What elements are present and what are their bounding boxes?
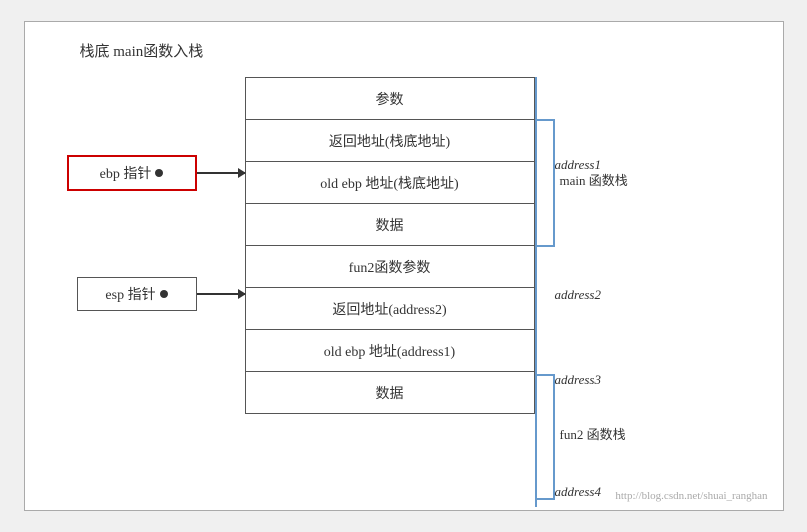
row-label: 参数: [245, 78, 534, 120]
watermark: http://blog.csdn.net/shuai_ranghan: [615, 490, 767, 502]
address3-label: address3: [555, 372, 601, 388]
table-row: 返回地址(栈底地址): [245, 120, 534, 162]
main-container: 栈底 main函数入栈 参数 返回地址(栈底地址) old ebp 地址(栈底地…: [0, 0, 807, 532]
table-row: fun2函数参数: [245, 246, 534, 288]
ebp-dot-icon: [155, 169, 163, 177]
table-row: 返回地址(address2): [245, 288, 534, 330]
table-row: old ebp 地址(address1): [245, 330, 534, 372]
table-row: 参数: [245, 78, 534, 120]
table-row: 数据: [245, 204, 534, 246]
row-label: old ebp 地址(栈底地址): [245, 162, 534, 204]
main-bracket-label: main 函数栈: [560, 170, 628, 189]
esp-arrow: [197, 293, 245, 295]
row-label: 数据: [245, 372, 534, 414]
main-bracket: [537, 119, 555, 247]
ebp-label: ebp 指针: [100, 163, 152, 183]
row-label: fun2函数参数: [245, 246, 534, 288]
table-row: old ebp 地址(栈底地址): [245, 162, 534, 204]
row-label: 数据: [245, 204, 534, 246]
row-label: 返回地址(address2): [245, 288, 534, 330]
fun2-bracket: [537, 374, 555, 500]
address2-label: address2: [555, 287, 601, 303]
esp-label: esp 指针: [105, 284, 155, 304]
ebp-pointer-box: ebp 指针: [67, 155, 197, 191]
esp-dot-icon: [160, 290, 168, 298]
fun2-bracket-label: fun2 函数栈: [560, 424, 626, 443]
stack-table: 参数 返回地址(栈底地址) old ebp 地址(栈底地址) 数据 fun2函数…: [245, 77, 535, 414]
diagram-wrapper: 栈底 main函数入栈 参数 返回地址(栈底地址) old ebp 地址(栈底地…: [24, 21, 784, 511]
table-row: 数据: [245, 372, 534, 414]
address4-label: address4: [555, 484, 601, 500]
row-label: old ebp 地址(address1): [245, 330, 534, 372]
diagram-title: 栈底 main函数入栈: [80, 40, 204, 61]
row-label: 返回地址(栈底地址): [245, 120, 534, 162]
esp-pointer-box: esp 指针: [77, 277, 197, 311]
ebp-arrow: [197, 172, 245, 174]
